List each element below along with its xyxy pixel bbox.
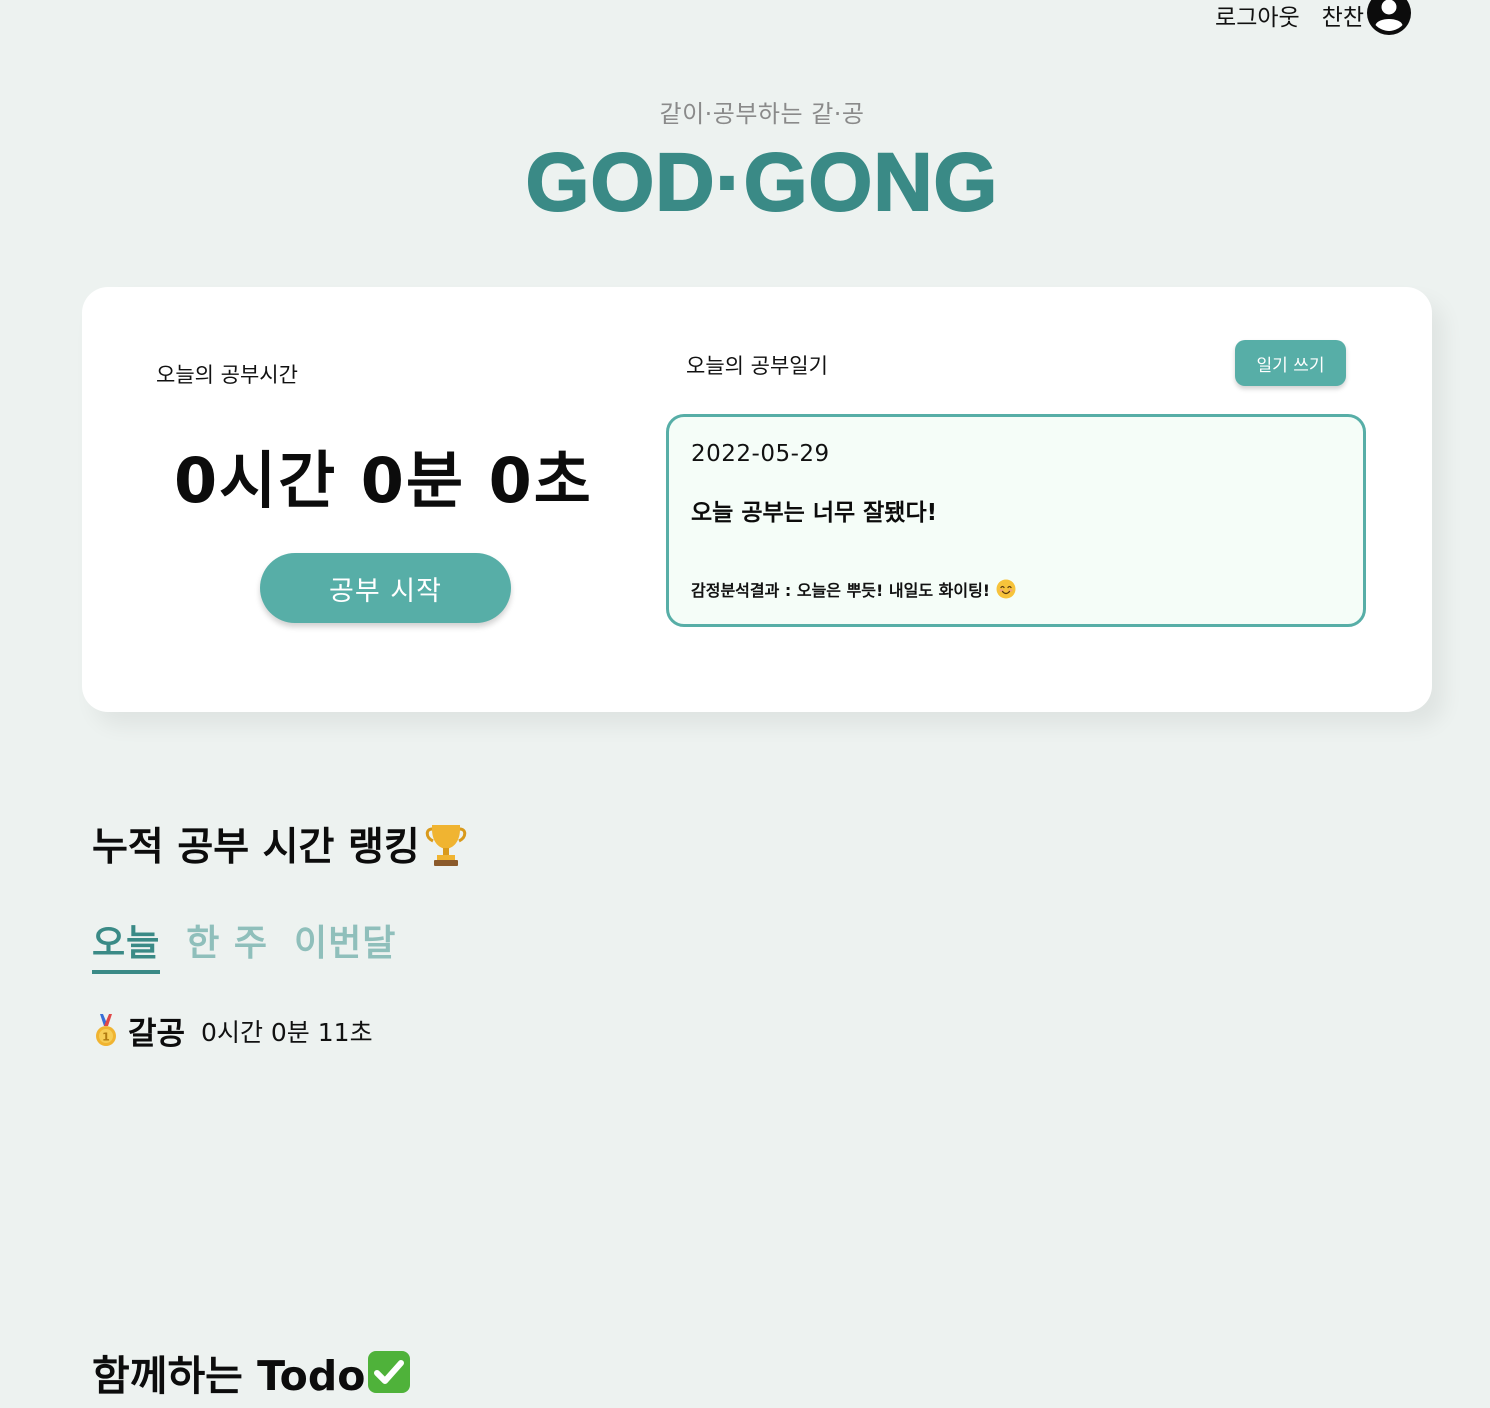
check-mark-button-icon [368, 1351, 411, 1393]
user-menu[interactable]: 찬찬 [1322, 0, 1412, 36]
ranking-row: 1 갈공 0시간 0분 11초 [94, 1008, 373, 1053]
ranking-title-text: 누적 공부 시간 랭킹 [92, 825, 420, 870]
username[interactable]: 찬찬 [1322, 6, 1364, 30]
write-diary-button[interactable]: 일기 쓰기 [1235, 340, 1346, 386]
diary-date: 2022-05-29 [691, 441, 830, 467]
todo-title-text: 함께하는 Todo [92, 1352, 366, 1400]
ranking-title: 누적 공부 시간 랭킹 [92, 816, 468, 872]
start-study-button[interactable]: 공부 시작 [260, 553, 511, 623]
svg-text:1: 1 [102, 1030, 110, 1043]
gold-medal-icon: 1 [96, 1013, 116, 1046]
todo-title: 함께하는 Todo [92, 1342, 411, 1402]
ranking-time: 0시간 0분 11초 [201, 1017, 373, 1047]
study-time-label: 오늘의 공부시간 [156, 363, 298, 387]
study-diary-label: 오늘의 공부일기 [686, 354, 828, 378]
top-nav: 로그아웃 찬찬 [1215, 0, 1412, 36]
tab-today[interactable]: 오늘 [92, 914, 161, 974]
diary-title: 오늘 공부는 너무 잘됐다! [691, 500, 938, 526]
diary-entry[interactable]: 2022-05-29 오늘 공부는 너무 잘됐다! 감정분석결과 : 오늘은 뿌… [666, 414, 1366, 627]
trophy-icon [425, 825, 467, 866]
smiling-face-icon [996, 579, 1016, 599]
emotion-text: 감정분석결과 : 오늘은 뿌듯! 내일도 화이팅! [691, 581, 991, 600]
ranking-tabs: 오늘 한 주 이번달 [92, 914, 396, 974]
tagline: 같이·공부하는 같·공 [659, 100, 865, 128]
tab-month[interactable]: 이번달 [294, 914, 396, 974]
study-timer: 0시간 0분 0초 [174, 444, 593, 517]
study-card: 오늘의 공부시간 0시간 0분 0초 공부 시작 오늘의 공부일기 일기 쓰기 … [82, 287, 1432, 712]
logo: GOD·GONG [525, 137, 999, 228]
emotion-result: 감정분석결과 : 오늘은 뿌듯! 내일도 화이팅! [691, 577, 1016, 601]
user-circle-icon[interactable] [1366, 0, 1412, 36]
ranking-name: 갈공 [128, 1016, 186, 1052]
tab-week[interactable]: 한 주 [186, 914, 268, 974]
logout-link[interactable]: 로그아웃 [1215, 6, 1300, 30]
